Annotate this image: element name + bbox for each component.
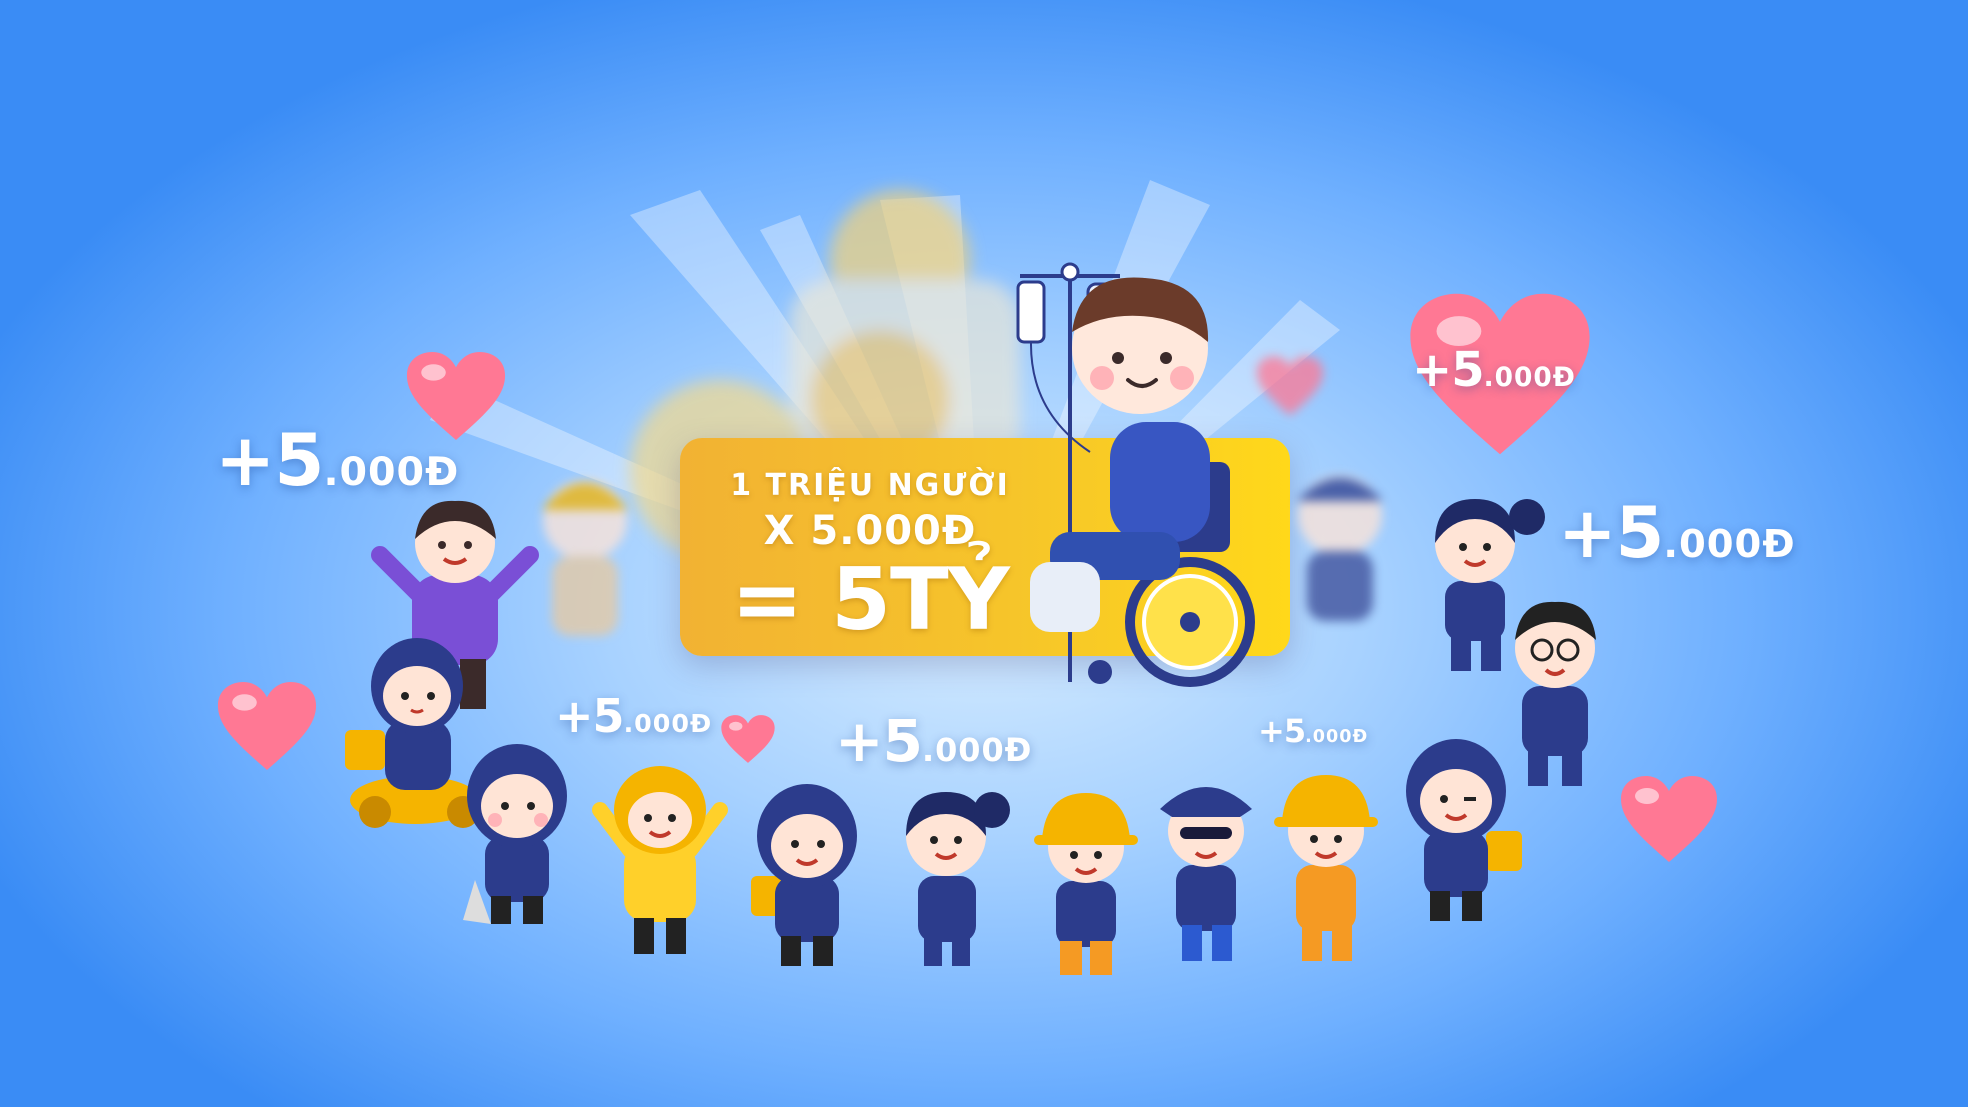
donation-amount: +5 [1258,712,1306,750]
donation-unit: .000Đ [623,709,713,738]
donation-label: +5.000Đ [835,712,1032,770]
office-man-glasses-illustration [1515,601,1596,786]
scene: +5.000Đ +5.000Đ +5.000Đ +5.000Đ +5.000Đ … [0,0,1968,1107]
donation-amount: +5 [1558,492,1664,574]
orange-overall-worker-illustration [1274,775,1378,961]
blurred-delivery-illustration [1297,475,1383,621]
donation-label: +5.000Đ [215,424,459,496]
construction-worker-illustration [1034,793,1138,975]
donation-amount: +5 [1412,342,1485,398]
donation-unit: .000Đ [1483,362,1576,393]
donation-amount: +5 [555,689,625,743]
heart-icon [1621,776,1717,862]
yellow-hoodie-kid-illustration [592,766,728,954]
donation-amount: +5 [835,707,923,775]
donation-unit: .000Đ [1305,727,1369,747]
donation-unit: .000Đ [323,449,460,495]
wheelchair-boy-illustration [1016,262,1255,687]
donation-amount: +5 [215,418,324,502]
donation-unit: .000Đ [1663,522,1796,567]
donation-label: +5.000Đ [1258,715,1368,747]
police-officer-illustration [1160,787,1252,961]
donation-label: +5.000Đ [1412,346,1576,394]
card-line-amount: X 5.000Đ [763,508,977,554]
cleaner-illustration [463,744,567,924]
donation-label: +5.000Đ [1558,498,1796,568]
delivery-courier-illustration [751,784,857,966]
heart-icon [721,715,775,763]
donation-label: +5.000Đ [555,693,712,739]
heart-icon [217,682,317,770]
card-line-people: 1 TRIỆU NGƯỜI [730,468,1010,503]
waitress-illustration [906,792,1010,966]
card-line-total: = 5TỶ [731,550,1010,650]
donation-unit: .000Đ [921,731,1033,769]
